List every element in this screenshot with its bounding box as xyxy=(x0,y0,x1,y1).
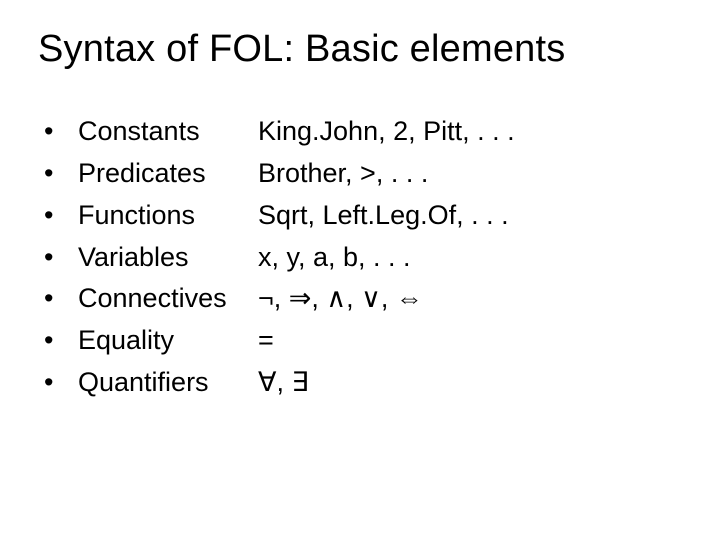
list-item: • Connectives ¬, ⇒, ∧, ∨, ⇔ xyxy=(38,278,682,320)
item-examples: King.John, 2, Pitt, . . . xyxy=(258,111,682,153)
slide-title: Syntax of FOL: Basic elements xyxy=(38,28,682,71)
item-examples: x, y, a, b, . . . xyxy=(258,237,682,279)
item-examples: Sqrt, Left.Leg.Of, . . . xyxy=(258,195,682,237)
list-item: • Quantifiers ∀, ∃ xyxy=(38,362,682,404)
item-label: Equality xyxy=(78,320,258,362)
bullet-icon: • xyxy=(38,320,78,362)
item-label: Constants xyxy=(78,111,258,153)
item-examples: Brother, >, . . . xyxy=(258,153,682,195)
bullet-icon: • xyxy=(38,362,78,404)
list-item: • Variables x, y, a, b, . . . xyxy=(38,237,682,279)
list-item: • Predicates Brother, >, . . . xyxy=(38,153,682,195)
bullet-list: • Constants King.John, 2, Pitt, . . . • … xyxy=(38,111,682,404)
list-item: • Equality = xyxy=(38,320,682,362)
item-label: Functions xyxy=(78,195,258,237)
item-examples: ∀, ∃ xyxy=(258,362,682,404)
item-examples: = xyxy=(258,320,682,362)
item-label: Predicates xyxy=(78,153,258,195)
bullet-icon: • xyxy=(38,111,78,153)
bullet-icon: • xyxy=(38,153,78,195)
list-item: • Constants King.John, 2, Pitt, . . . xyxy=(38,111,682,153)
slide: Syntax of FOL: Basic elements • Constant… xyxy=(0,0,720,540)
item-label: Connectives xyxy=(78,278,258,320)
item-label: Variables xyxy=(78,237,258,279)
bullet-icon: • xyxy=(38,237,78,279)
bullet-icon: • xyxy=(38,278,78,320)
item-examples: ¬, ⇒, ∧, ∨, ⇔ xyxy=(258,278,682,320)
item-label: Quantifiers xyxy=(78,362,258,404)
bullet-icon: • xyxy=(38,195,78,237)
list-item: • Functions Sqrt, Left.Leg.Of, . . . xyxy=(38,195,682,237)
